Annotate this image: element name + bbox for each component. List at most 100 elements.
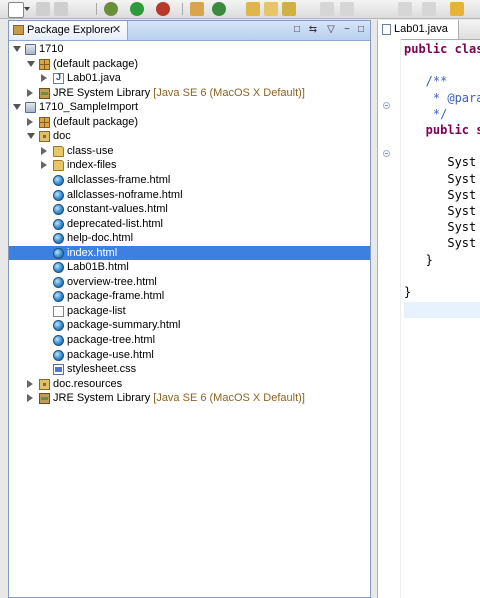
prev-annotation-icon[interactable] bbox=[422, 2, 436, 16]
close-icon[interactable]: ✕ bbox=[112, 23, 121, 36]
new-dropdown-icon[interactable] bbox=[24, 7, 30, 11]
html-icon bbox=[53, 233, 64, 245]
open-type-icon[interactable] bbox=[246, 2, 260, 16]
expanded-arrow-icon[interactable] bbox=[27, 133, 35, 140]
editor-tab-lab01[interactable]: Lab01.java bbox=[378, 20, 459, 39]
next-annotation-icon[interactable] bbox=[398, 2, 412, 16]
code-line: Syst bbox=[404, 204, 477, 218]
main-toolbar bbox=[0, 0, 480, 19]
html-icon bbox=[53, 174, 64, 186]
view-menu-icon[interactable]: ▽ bbox=[325, 24, 337, 36]
collapsed-arrow-icon[interactable] bbox=[27, 88, 33, 97]
html-icon bbox=[53, 320, 64, 332]
collapsed-arrow-icon[interactable] bbox=[27, 379, 33, 388]
new-icon[interactable] bbox=[8, 2, 24, 18]
search-icon[interactable] bbox=[282, 2, 296, 16]
code-line: Syst bbox=[404, 220, 477, 235]
package-explorer-title: Package Explorer bbox=[27, 24, 114, 36]
html-icon bbox=[53, 349, 64, 361]
tree-item[interactable]: package-summary.html bbox=[9, 318, 370, 333]
html-icon bbox=[53, 262, 64, 274]
fold-icon[interactable] bbox=[383, 150, 390, 157]
fold-icon[interactable] bbox=[383, 102, 390, 109]
tree-item-label: Lab01B.html bbox=[67, 261, 129, 274]
package-explorer-icon bbox=[13, 25, 24, 35]
jar-icon bbox=[39, 87, 50, 99]
tree-item[interactable]: overview-tree.html bbox=[9, 275, 370, 290]
expanded-arrow-icon[interactable] bbox=[13, 104, 21, 111]
save-icon[interactable] bbox=[36, 2, 50, 16]
tree-item[interactable]: JRE System Library [Java SE 6 (MacOS X D… bbox=[9, 86, 370, 101]
new-package-icon[interactable] bbox=[190, 2, 204, 16]
open-folder-icon[interactable] bbox=[264, 2, 278, 16]
annotation-icon[interactable] bbox=[320, 2, 334, 16]
minimize-icon[interactable]: − bbox=[341, 24, 353, 36]
tree-item[interactable]: class-use bbox=[9, 144, 370, 159]
html-icon bbox=[53, 189, 64, 201]
back-icon[interactable] bbox=[450, 2, 464, 16]
tree-item[interactable]: Lab01.java bbox=[9, 71, 370, 86]
collapsed-arrow-icon[interactable] bbox=[41, 146, 47, 155]
tree-item[interactable]: constant-values.html bbox=[9, 202, 370, 217]
tree-item-label: stylesheet.css bbox=[67, 363, 137, 376]
collapsed-arrow-icon[interactable] bbox=[41, 74, 47, 83]
external-tools-icon[interactable] bbox=[156, 2, 170, 16]
tree-item[interactable]: help-doc.html bbox=[9, 231, 370, 246]
package-explorer-view: Package Explorer ✕ □ ⇆ ▽ − □ 1710 (defaul… bbox=[8, 20, 371, 598]
tree-item-decoration: [Java SE 6 (MacOS X Default)] bbox=[150, 86, 305, 99]
tree-item[interactable]: 1710 bbox=[9, 42, 370, 57]
tree-item[interactable]: stylesheet.css bbox=[9, 362, 370, 377]
html-icon bbox=[53, 291, 64, 303]
html-icon bbox=[53, 276, 64, 288]
tree-item[interactable]: (default package) bbox=[9, 57, 370, 72]
tree-item[interactable]: package-frame.html bbox=[9, 289, 370, 304]
tree-item-label: JRE System Library [Java SE 6 (MacOS X D… bbox=[53, 392, 305, 405]
tree-item[interactable]: package-tree.html bbox=[9, 333, 370, 348]
link-with-editor-icon[interactable]: ⇆ bbox=[307, 24, 319, 36]
code-line: * @para bbox=[404, 90, 480, 105]
collapsed-arrow-icon[interactable] bbox=[41, 161, 47, 170]
print-icon[interactable] bbox=[54, 2, 68, 16]
expanded-arrow-icon[interactable] bbox=[27, 60, 35, 67]
tree-item[interactable]: JRE System Library [Java SE 6 (MacOS X D… bbox=[9, 391, 370, 406]
tree-item-label: package-summary.html bbox=[67, 319, 181, 332]
tree-item[interactable]: index.html bbox=[9, 245, 370, 261]
expanded-arrow-icon[interactable] bbox=[13, 46, 21, 52]
tree-item[interactable]: allclasses-noframe.html bbox=[9, 188, 370, 203]
editor-header: Lab01.java bbox=[378, 20, 480, 40]
collapsed-arrow-icon[interactable] bbox=[27, 394, 33, 403]
folderpkg-icon bbox=[39, 131, 50, 143]
java-icon bbox=[53, 72, 64, 85]
tree-item-label: help-doc.html bbox=[67, 232, 134, 245]
maximize-icon[interactable]: □ bbox=[355, 24, 367, 36]
tree-item-label: doc bbox=[53, 130, 71, 143]
code-line: /** bbox=[404, 74, 448, 89]
tree-item-label: constant-values.html bbox=[67, 203, 168, 216]
html-icon bbox=[53, 218, 64, 230]
tree-item[interactable]: (default package) bbox=[9, 115, 370, 130]
tree-item[interactable]: deprecated-list.html bbox=[9, 217, 370, 232]
tree-item[interactable]: allclasses-frame.html bbox=[9, 173, 370, 188]
debug-icon[interactable] bbox=[104, 2, 118, 16]
tree-item-label: package-frame.html bbox=[67, 290, 165, 303]
package-icon bbox=[39, 58, 50, 70]
package-icon bbox=[39, 116, 50, 128]
tree-item[interactable]: index-files bbox=[9, 158, 370, 173]
tree-item[interactable]: doc.resources bbox=[9, 377, 370, 392]
tree-item[interactable]: doc bbox=[9, 129, 370, 144]
marker-icon[interactable] bbox=[340, 2, 354, 16]
run-icon[interactable] bbox=[130, 2, 144, 16]
collapsed-arrow-icon[interactable] bbox=[27, 117, 33, 126]
html-icon bbox=[53, 335, 64, 346]
tree-item[interactable]: 1710_SampleImport bbox=[9, 100, 370, 115]
collapse-all-icon[interactable]: □ bbox=[291, 24, 303, 36]
java-file-icon bbox=[382, 24, 391, 35]
tree-item-label: 1710_SampleImport bbox=[39, 101, 139, 114]
tree-item[interactable]: package-list bbox=[9, 304, 370, 319]
jar-icon bbox=[39, 393, 50, 405]
code-line: Syst bbox=[404, 171, 477, 186]
tree-item[interactable]: Lab01B.html bbox=[9, 260, 370, 275]
package-explorer-tab[interactable]: Package Explorer ✕ bbox=[9, 21, 128, 40]
new-class-icon[interactable] bbox=[212, 2, 226, 16]
tree-item[interactable]: package-use.html bbox=[9, 348, 370, 363]
